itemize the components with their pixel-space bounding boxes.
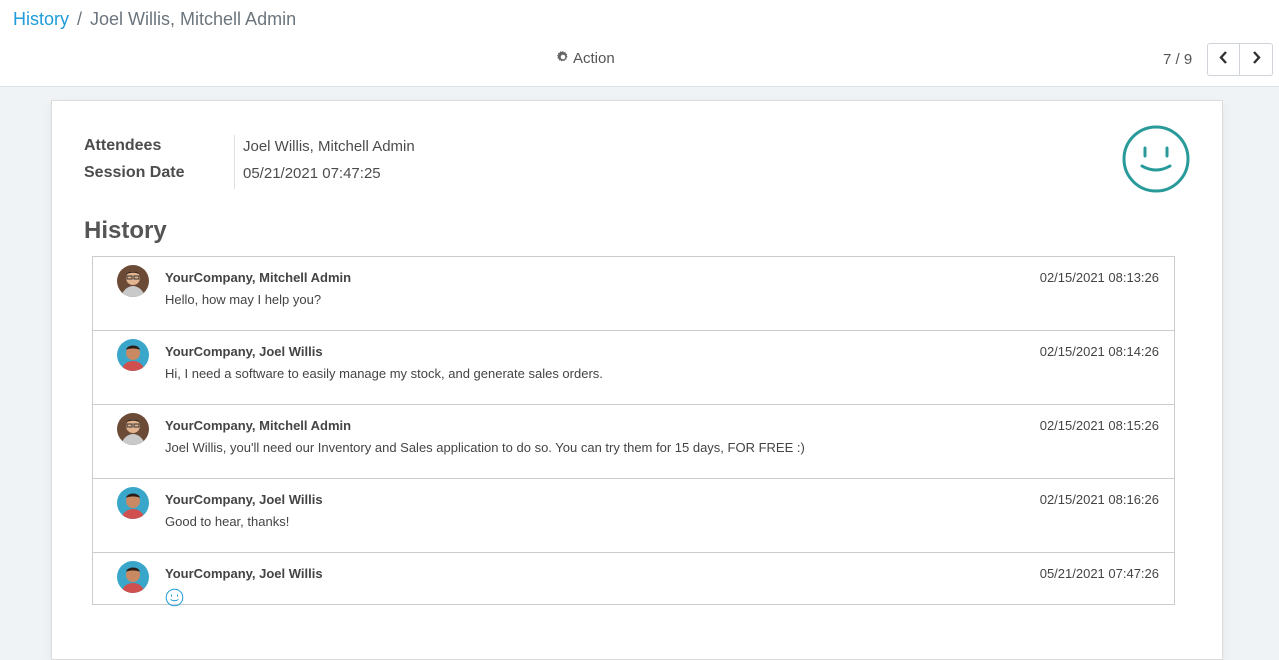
message-date: 02/15/2021 08:16:26 xyxy=(1039,492,1159,507)
field-separator xyxy=(234,135,235,189)
action-button[interactable]: Action xyxy=(557,50,615,67)
pager-next-button[interactable] xyxy=(1240,43,1273,76)
history-message-list: YourCompany, Mitchell Admin 02/15/2021 0… xyxy=(92,256,1175,607)
message-item: YourCompany, Joel Willis 02/15/2021 08:1… xyxy=(93,331,1174,405)
pager-previous-button[interactable] xyxy=(1207,43,1240,76)
history-section-title: History xyxy=(84,217,167,244)
action-label: Action xyxy=(573,50,615,67)
message-author: YourCompany, Joel Willis xyxy=(165,492,323,507)
smiley-face-icon xyxy=(165,588,184,607)
attendees-label: Attendees xyxy=(84,137,162,154)
message-body xyxy=(165,588,184,607)
chevron-right-icon xyxy=(1251,50,1262,69)
message-date: 05/21/2021 07:47:26 xyxy=(1039,566,1159,581)
message-author: YourCompany, Joel Willis xyxy=(165,344,323,359)
smiley-face-icon xyxy=(1121,124,1191,194)
message-body: Joel Willis, you'll need our Inventory a… xyxy=(165,440,805,455)
message-date: 02/15/2021 08:13:26 xyxy=(1039,270,1159,285)
message-author: YourCompany, Joel Willis xyxy=(165,566,323,581)
message-author: YourCompany, Mitchell Admin xyxy=(165,270,352,285)
message-date: 02/15/2021 08:14:26 xyxy=(1039,344,1159,359)
joel-avatar xyxy=(117,561,149,593)
breadcrumb-separator: / xyxy=(77,9,83,29)
session-date-value: 05/21/2021 07:47:25 xyxy=(243,165,381,182)
breadcrumb: History / Joel Willis, Mitchell Admin xyxy=(13,9,296,30)
breadcrumb-history-link[interactable]: History xyxy=(13,9,69,29)
message-author: YourCompany, Mitchell Admin xyxy=(165,418,352,433)
message-item: YourCompany, Mitchell Admin 02/15/2021 0… xyxy=(93,257,1174,331)
pager-value[interactable]: 7 / 9 xyxy=(1163,51,1192,68)
gear-icon xyxy=(557,50,569,67)
message-body: Hi, I need a software to easily manage m… xyxy=(165,366,603,381)
attendees-value: Joel Willis, Mitchell Admin xyxy=(243,138,415,155)
session-date-label: Session Date xyxy=(84,164,185,181)
message-date: 02/15/2021 08:15:26 xyxy=(1039,418,1159,433)
message-body: Hello, how may I help you? xyxy=(165,292,322,307)
mitchell-avatar xyxy=(117,265,149,297)
form-sheet: Attendees Joel Willis, Mitchell Admin Se… xyxy=(51,100,1223,660)
message-item: YourCompany, Joel Willis 02/15/2021 08:1… xyxy=(93,479,1174,553)
message-item: YourCompany, Joel Willis 05/21/2021 07:4… xyxy=(93,553,1174,607)
chevron-left-icon xyxy=(1218,50,1229,69)
control-panel: History / Joel Willis, Mitchell Admin Acti… xyxy=(0,0,1279,87)
joel-avatar xyxy=(117,487,149,519)
message-body: Good to hear, thanks! xyxy=(165,514,290,529)
message-item: YourCompany, Mitchell Admin 02/15/2021 0… xyxy=(93,405,1174,479)
joel-avatar xyxy=(117,339,149,371)
breadcrumb-current: Joel Willis, Mitchell Admin xyxy=(90,9,297,29)
mitchell-avatar xyxy=(117,413,149,445)
